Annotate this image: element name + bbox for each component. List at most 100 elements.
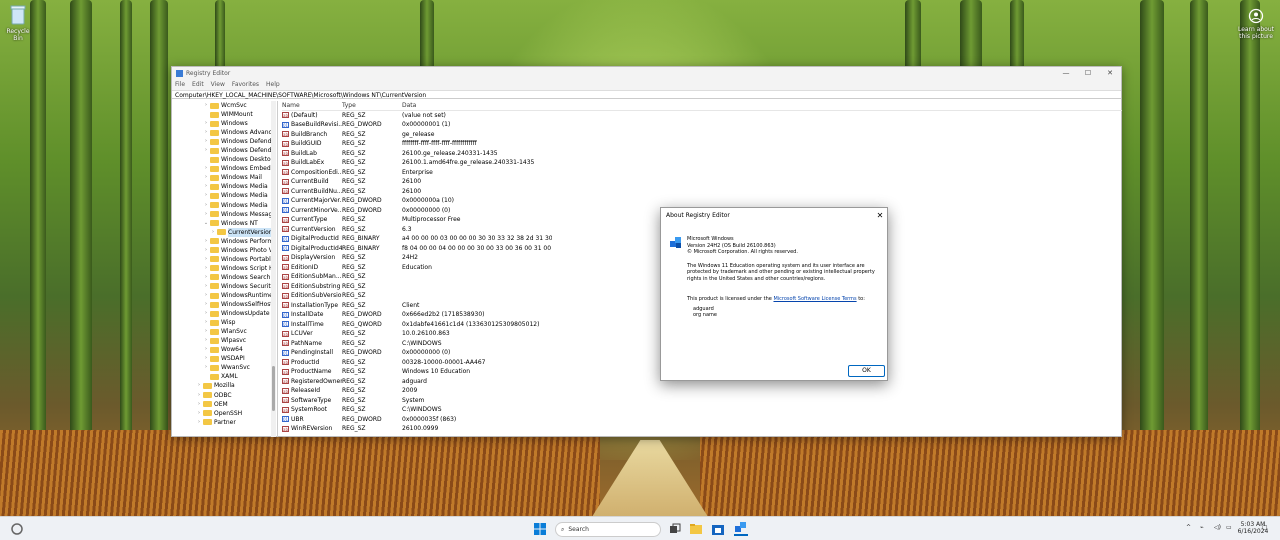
column-name[interactable]: Name bbox=[282, 101, 342, 110]
expand-chevron-icon[interactable]: › bbox=[202, 345, 210, 354]
tree-node[interactable]: › Windows Media bbox=[172, 191, 277, 200]
expand-chevron-icon[interactable]: › bbox=[202, 210, 210, 219]
tree-node[interactable]: › Windows Securit bbox=[172, 282, 277, 291]
expand-chevron-icon[interactable]: › bbox=[209, 228, 217, 237]
taskbar-search[interactable]: ⌕ Search bbox=[555, 522, 661, 537]
clock[interactable]: 5:03 AM 6/16/2024 bbox=[1232, 521, 1274, 535]
learn-about-picture-icon[interactable]: Learn about this picture bbox=[1236, 8, 1276, 40]
tree-node[interactable]: › Windows Script H bbox=[172, 264, 277, 273]
expand-chevron-icon[interactable]: › bbox=[202, 119, 210, 128]
maximize-button[interactable]: ☐ bbox=[1077, 69, 1099, 77]
store-icon[interactable] bbox=[711, 522, 725, 536]
value-row[interactable]: ab BuildGUID REG_SZ ffffffff-ffff-ffff-ffff… bbox=[282, 139, 1122, 149]
volume-icon[interactable]: ◁) bbox=[1214, 524, 1221, 531]
tree-node[interactable]: › OEM bbox=[172, 400, 277, 409]
ok-button[interactable]: OK bbox=[848, 365, 885, 377]
address-bar[interactable]: Computer\HKEY_LOCAL_MACHINE\SOFTWARE\Mic… bbox=[172, 90, 1121, 99]
value-row[interactable]: ab SystemRoot REG_SZ C:\WINDOWS bbox=[282, 405, 1122, 415]
tree-node[interactable]: › WlanSvc bbox=[172, 327, 277, 336]
expand-chevron-icon[interactable]: › bbox=[202, 137, 210, 146]
expand-chevron-icon[interactable]: › bbox=[202, 300, 210, 309]
value-row[interactable]: ab CurrentBuildNu... REG_SZ 26100 bbox=[282, 187, 1122, 197]
value-row[interactable]: ab SoftwareType REG_SZ System bbox=[282, 396, 1122, 406]
expand-chevron-icon[interactable]: › bbox=[202, 354, 210, 363]
close-button[interactable]: ✕ bbox=[1099, 69, 1121, 77]
file-explorer-icon[interactable] bbox=[689, 522, 703, 536]
value-row[interactable]: 01 BaseBuildRevisi... REG_DWORD 0x00000001 … bbox=[282, 120, 1122, 130]
tree-node[interactable]: › Wlpasvc bbox=[172, 336, 277, 345]
tree-node[interactable]: › Mozilla bbox=[172, 381, 277, 390]
expand-chevron-icon[interactable]: › bbox=[202, 191, 210, 200]
title-bar[interactable]: Registry Editor — ☐ ✕ bbox=[172, 67, 1121, 79]
expand-chevron-icon[interactable]: › bbox=[202, 255, 210, 264]
tree-node[interactable]: › Windows Search bbox=[172, 273, 277, 282]
expand-chevron-icon[interactable]: › bbox=[195, 400, 203, 409]
expand-chevron-icon[interactable]: › bbox=[202, 327, 210, 336]
menu-file[interactable]: File bbox=[175, 81, 185, 88]
tree-node[interactable]: › WindowsRuntime bbox=[172, 291, 277, 300]
value-row[interactable]: ab WinREVersion REG_SZ 26100.0999 bbox=[282, 424, 1122, 434]
expand-chevron-icon[interactable]: › bbox=[202, 273, 210, 282]
battery-icon[interactable]: ▭ bbox=[1226, 524, 1232, 531]
regedit-taskbar-icon[interactable] bbox=[734, 522, 748, 536]
minimize-button[interactable]: — bbox=[1055, 69, 1077, 77]
tree-node[interactable]: XAML bbox=[172, 372, 277, 381]
value-row[interactable]: ab BuildLabEx REG_SZ 26100.1.amd64fre.ge_re… bbox=[282, 158, 1122, 168]
tree-node[interactable]: › Windows Media bbox=[172, 182, 277, 191]
tree-node[interactable]: › Windows Perform bbox=[172, 237, 277, 246]
tree-node[interactable]: › WindowsSelfHost bbox=[172, 300, 277, 309]
recycle-bin-icon[interactable]: Recycle Bin bbox=[2, 4, 34, 42]
expand-chevron-icon[interactable]: › bbox=[202, 164, 210, 173]
expand-chevron-icon[interactable]: › bbox=[202, 128, 210, 137]
value-row[interactable]: ab BuildBranch REG_SZ ge_release bbox=[282, 130, 1122, 140]
notification-icon[interactable]: ▢ bbox=[1262, 524, 1268, 531]
expand-chevron-icon[interactable]: › bbox=[195, 391, 203, 400]
start-button-icon[interactable] bbox=[533, 522, 547, 536]
tree-node[interactable]: WIMMount bbox=[172, 110, 277, 119]
menu-view[interactable]: View bbox=[211, 81, 225, 88]
tree-node[interactable]: › Wow64 bbox=[172, 345, 277, 354]
tray-overflow-icon[interactable]: ^ bbox=[1186, 524, 1191, 531]
tree-node[interactable]: › Windows Advanc bbox=[172, 128, 277, 137]
value-row[interactable]: ab ReleaseId REG_SZ 2009 bbox=[282, 386, 1122, 396]
about-close-button[interactable]: ✕ bbox=[873, 211, 887, 220]
expand-chevron-icon[interactable]: › bbox=[202, 237, 210, 246]
tree-node[interactable]: › WwanSvc bbox=[172, 363, 277, 372]
menu-favorites[interactable]: Favorites bbox=[232, 81, 259, 88]
expand-chevron-icon[interactable]: › bbox=[202, 363, 210, 372]
column-data[interactable]: Data bbox=[402, 101, 552, 110]
value-row[interactable]: ab (Default) REG_SZ (value not set) bbox=[282, 111, 1122, 121]
tree-node[interactable]: › WindowsUpdate bbox=[172, 309, 277, 318]
widgets-icon[interactable] bbox=[10, 522, 24, 536]
tree-node[interactable]: › WcmSvc bbox=[172, 101, 277, 110]
tree-node[interactable]: › OpenSSH bbox=[172, 409, 277, 418]
network-icon[interactable]: ⌁ bbox=[1200, 524, 1204, 531]
value-row[interactable]: ab CurrentBuild REG_SZ 26100 bbox=[282, 177, 1122, 187]
expand-chevron-icon[interactable]: › bbox=[202, 146, 210, 155]
expand-chevron-icon[interactable]: › bbox=[202, 282, 210, 291]
tree-node[interactable]: › WSDAPI bbox=[172, 354, 277, 363]
tree-node[interactable]: › Windows Mail bbox=[172, 173, 277, 182]
expand-chevron-icon[interactable]: › bbox=[202, 309, 210, 318]
tree-node[interactable]: › Partner bbox=[172, 418, 277, 427]
expand-chevron-icon[interactable]: › bbox=[202, 201, 210, 210]
key-tree[interactable]: › WcmSvc WIMMount › Windows › Windows Advanc › W… bbox=[172, 101, 278, 437]
expand-chevron-icon[interactable]: ⌄ bbox=[202, 219, 210, 228]
expand-chevron-icon[interactable]: › bbox=[202, 246, 210, 255]
value-row[interactable]: 01 CurrentMajorVer... REG_DWORD 0x0000000a … bbox=[282, 196, 1122, 206]
menu-help[interactable]: Help bbox=[266, 81, 280, 88]
tree-node[interactable]: › Windows Messag bbox=[172, 210, 277, 219]
about-title-bar[interactable]: About Registry Editor ✕ bbox=[661, 208, 887, 222]
tree-node[interactable]: Windows Deskto bbox=[172, 155, 277, 164]
tree-node[interactable]: › Windows Defend bbox=[172, 146, 277, 155]
expand-chevron-icon[interactable]: › bbox=[195, 381, 203, 390]
value-row[interactable]: 01 UBR REG_DWORD 0x0000035f (863) bbox=[282, 415, 1122, 425]
expand-chevron-icon[interactable]: › bbox=[202, 318, 210, 327]
menu-edit[interactable]: Edit bbox=[192, 81, 204, 88]
tree-node[interactable]: › ODBC bbox=[172, 391, 277, 400]
tree-node[interactable]: › Windows bbox=[172, 119, 277, 128]
tree-node[interactable]: › Wisp bbox=[172, 318, 277, 327]
tree-scroll-thumb[interactable] bbox=[272, 366, 275, 411]
license-terms-link[interactable]: Microsoft Software License Terms bbox=[773, 296, 856, 302]
value-row[interactable]: ab BuildLab REG_SZ 26100.ge_release.240331-… bbox=[282, 149, 1122, 159]
